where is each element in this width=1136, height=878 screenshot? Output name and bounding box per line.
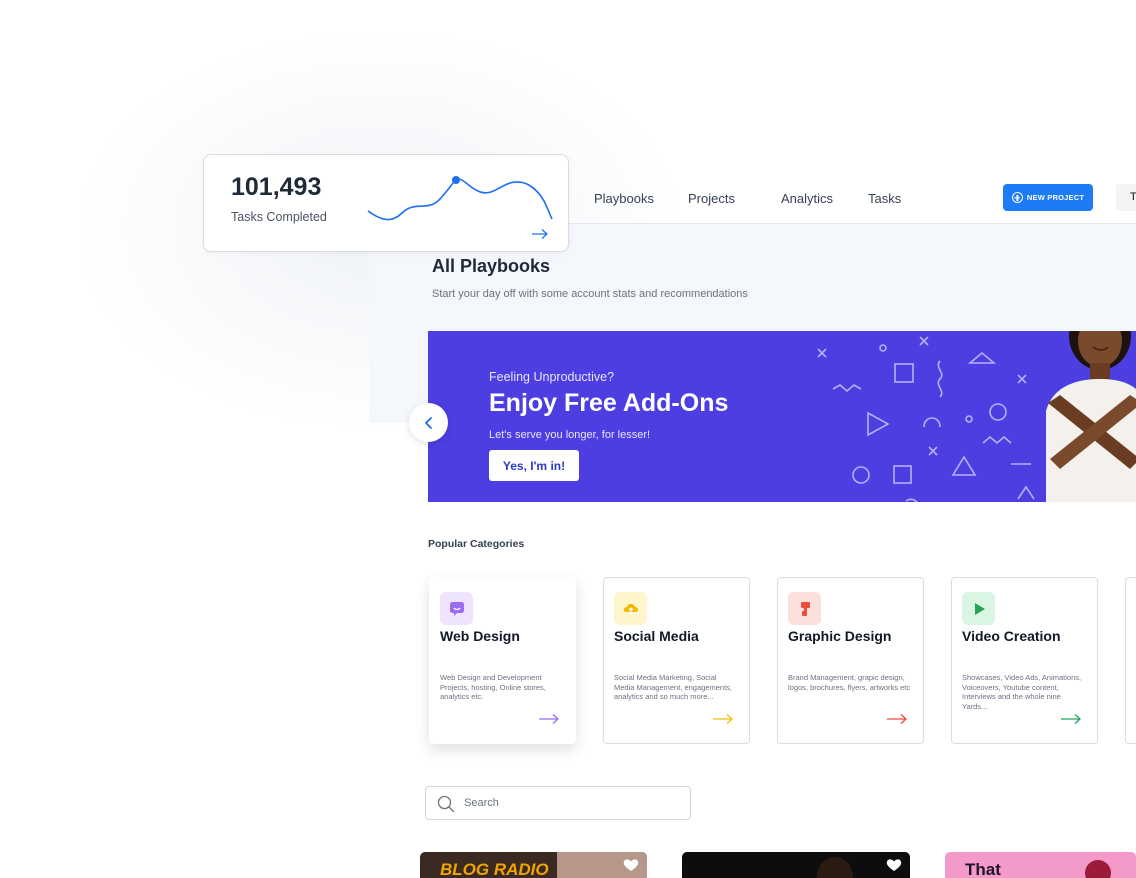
category-title: Social Media xyxy=(614,628,699,644)
new-project-label: NEW PROJECT xyxy=(1026,193,1085,202)
search-box[interactable] xyxy=(425,786,691,820)
heart-icon[interactable] xyxy=(622,857,640,873)
nav-link-tasks[interactable]: Tasks xyxy=(868,191,901,206)
stats-value: 101,493 xyxy=(231,173,322,201)
cloud-icon xyxy=(614,592,647,625)
thumbnail-portrait xyxy=(817,857,853,878)
category-description: Showcases, Video Ads, Animations, Voiceo… xyxy=(962,673,1082,711)
category-card-web-design[interactable]: Web Design Web Design and Development Pr… xyxy=(429,577,576,744)
plus-circle-icon xyxy=(1011,192,1023,203)
heart-icon[interactable] xyxy=(885,857,903,873)
nav-extra-button[interactable]: T xyxy=(1116,184,1136,211)
popular-categories-title: Popular Categories xyxy=(428,538,525,550)
sparkline-marker xyxy=(452,176,460,184)
page-subtitle: Start your day off with some account sta… xyxy=(432,288,748,300)
category-description: Web Design and Development Projects, hos… xyxy=(440,673,546,701)
promo-banner: Feeling Unproductive? Enjoy Free Add-Ons… xyxy=(428,331,1136,502)
woman-illustration xyxy=(1046,331,1136,502)
category-title: Video Creation xyxy=(962,628,1061,644)
thumbnail-title: BLOG RADIO xyxy=(440,860,549,878)
chat-icon xyxy=(440,592,473,625)
brush-icon xyxy=(788,592,821,625)
top-navigation: Playbooks Projects Analytics Tasks NEW P… xyxy=(560,180,1136,224)
arrow-right-icon xyxy=(1061,714,1081,724)
nav-link-analytics[interactable]: Analytics xyxy=(781,191,833,206)
thumbnail-title: That xyxy=(965,860,1001,878)
category-title: Graphic Design xyxy=(788,628,892,644)
nav-link-projects[interactable]: Projects xyxy=(688,191,735,206)
arrow-right-icon[interactable] xyxy=(531,228,549,240)
arrow-right-icon xyxy=(539,714,559,724)
sparkline-path xyxy=(367,178,553,221)
thumbnail-graphic xyxy=(1085,860,1111,878)
banner-cta-button[interactable]: Yes, I'm in! xyxy=(489,450,579,481)
category-title: Web Design xyxy=(440,628,520,644)
arrow-right-icon xyxy=(713,714,733,724)
stats-card: 101,493 Tasks Completed xyxy=(203,154,569,252)
search-icon xyxy=(437,795,455,813)
new-project-button[interactable]: NEW PROJECT xyxy=(1003,184,1093,211)
page-title: All Playbooks xyxy=(432,256,551,276)
nav-link-playbooks[interactable]: Playbooks xyxy=(594,191,654,206)
category-card-graphic-design[interactable]: Graphic Design Brand Management, grapic … xyxy=(777,577,924,744)
playbook-thumbnail[interactable]: That xyxy=(945,852,1136,878)
category-card-partial[interactable] xyxy=(1125,577,1136,744)
play-icon xyxy=(962,592,995,625)
playbook-thumbnail[interactable] xyxy=(682,852,910,878)
banner-eyebrow: Feeling Unproductive? xyxy=(489,370,615,384)
category-description: Social Media Marketing, Social Media Man… xyxy=(614,673,732,701)
category-card-social-media[interactable]: Social Media Social Media Marketing, Soc… xyxy=(603,577,750,744)
arrow-right-icon xyxy=(887,714,907,724)
stats-label: Tasks Completed xyxy=(231,210,327,224)
search-input[interactable] xyxy=(464,794,674,812)
banner-title: Enjoy Free Add-Ons xyxy=(489,389,729,417)
category-card-video-creation[interactable]: Video Creation Showcases, Video Ads, Ani… xyxy=(951,577,1098,744)
category-description: Brand Management, grapic design, logos, … xyxy=(788,673,911,692)
nav-extra-label: T xyxy=(1130,191,1136,203)
banner-description: Let's serve you longer, for lesser! xyxy=(489,429,651,441)
playbook-thumbnail[interactable]: BLOG RADIO xyxy=(420,852,647,878)
carousel-prev-button[interactable] xyxy=(409,403,448,442)
sparkline-chart xyxy=(367,176,553,221)
chevron-left-icon xyxy=(424,416,432,429)
